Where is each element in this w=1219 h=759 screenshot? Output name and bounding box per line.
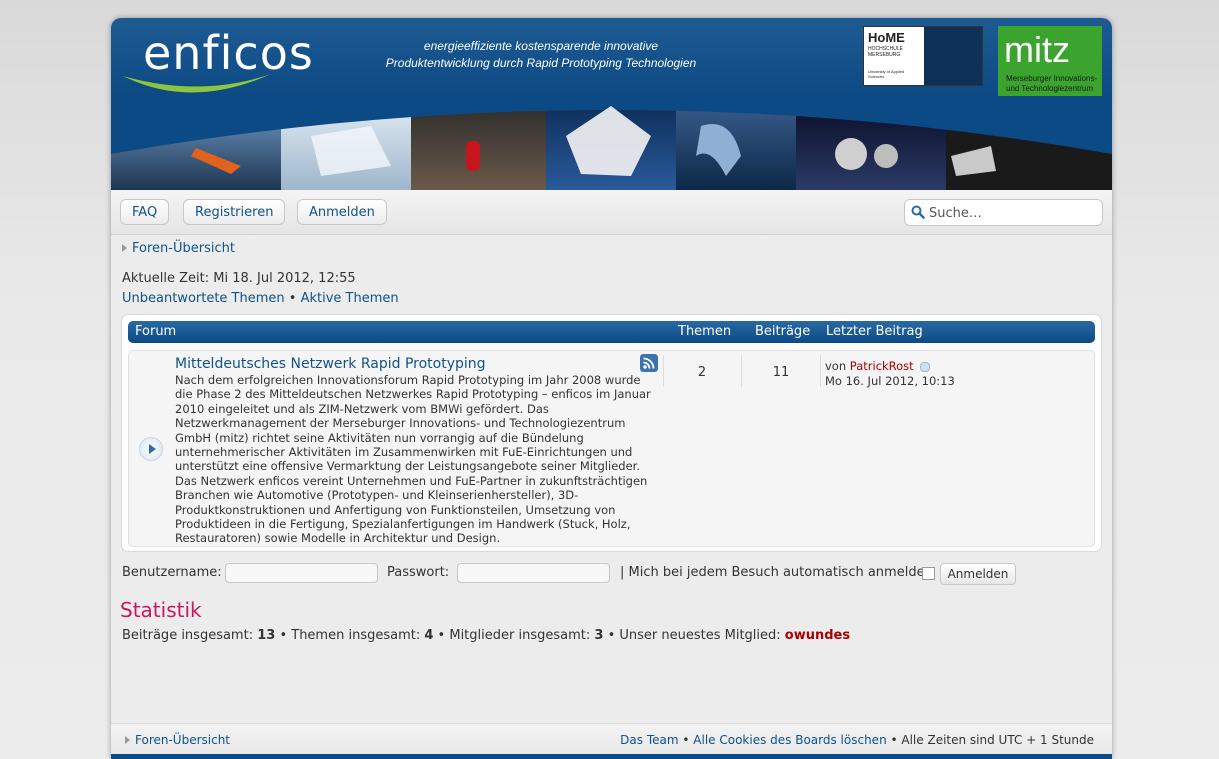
page-wrapper: enficos energieeffiziente kostensparende…: [111, 18, 1112, 759]
forum-read-icon: [139, 437, 163, 461]
username-field[interactable]: [225, 563, 378, 583]
login-submit-button[interactable]: Anmelden: [940, 563, 1016, 585]
footer-separator: •: [682, 733, 690, 747]
search-box[interactable]: [904, 199, 1103, 226]
breadcrumb-forum-index-link[interactable]: Foren-Übersicht: [132, 241, 235, 256]
quick-login-form: Benutzername: Passwort: | Mich bei jedem…: [122, 563, 1102, 589]
home-logo-subtitle: HOCHSCHULE MERSEBURG: [868, 46, 904, 58]
home-logo-dark-square: [924, 27, 982, 85]
password-field[interactable]: [457, 563, 610, 583]
posts-total-value: 13: [257, 628, 276, 643]
breadcrumb-arrow-icon: [122, 244, 127, 252]
topics-total-label: • Themen insgesamt:: [279, 628, 421, 643]
header-forum: Forum: [135, 324, 177, 339]
login-button[interactable]: Anmelden: [297, 199, 387, 225]
topics-count: 2: [697, 365, 707, 380]
mitz-logo-subtitle: Merseburger Innovations- und Technologie…: [1006, 74, 1098, 93]
last-post-user-link[interactable]: PatrickRost: [850, 359, 914, 373]
footer-links: Das Team • Alle Cookies des Boards lösch…: [620, 733, 1094, 747]
autologin-label: | Mich bei jedem Besuch automatisch anme…: [620, 565, 933, 580]
statistics-line: Beiträge insgesamt: 13 • Themen insgesam…: [122, 628, 850, 643]
current-time: Aktuelle Zeit: Mi 18. Jul 2012, 12:55: [122, 271, 356, 286]
hochschule-merseburg-logo[interactable]: HoME HOCHSCHULE MERSEBURG University of …: [863, 26, 983, 86]
quicklinks-separator: •: [288, 291, 297, 306]
statistics-heading: Statistik: [120, 598, 202, 622]
last-post-info: von PatrickRost Mo 16. Jul 2012, 10:13: [825, 359, 955, 389]
home-logo-title: HoME: [868, 30, 905, 45]
header-last-post: Letzter Beitrag: [826, 324, 923, 339]
header-posts: Beiträge: [755, 324, 811, 339]
search-icon: [911, 205, 925, 219]
footer-forum-index-link[interactable]: Foren-Übersicht: [135, 733, 230, 747]
footer: Foren-Übersicht Das Team • Alle Cookies …: [111, 723, 1112, 755]
forum-description: Nach dem erfolgreichen Innovationsforum …: [175, 373, 651, 546]
header-tagline: energieeffiziente kostensparende innovat…: [351, 38, 731, 72]
last-post-date: Mo 16. Jul 2012, 10:13: [825, 374, 955, 388]
members-total-value: 3: [594, 628, 604, 643]
tagline-line-2: Produktentwicklung durch Rapid Prototypi…: [385, 56, 697, 70]
faq-button[interactable]: FAQ: [120, 199, 170, 225]
header-topics: Themen: [678, 324, 732, 339]
navbar: FAQ Registrieren Anmelden: [111, 190, 1112, 235]
forum-list-header: Forum Themen Beiträge Letzter Beitrag: [128, 321, 1095, 343]
site-header: enficos energieeffiziente kostensparende…: [111, 18, 1112, 190]
timezone-info: • Alle Zeiten sind UTC + 1 Stunde: [890, 733, 1095, 747]
forum-row: Mitteldeutsches Netzwerk Rapid Prototypi…: [128, 350, 1095, 547]
forum-list: Forum Themen Beiträge Letzter Beitrag Mi…: [121, 314, 1102, 552]
posts-count: 11: [772, 365, 790, 380]
quick-links: Unbeantwortete Themen • Aktive Themen: [122, 291, 399, 306]
password-label: Passwort:: [387, 565, 450, 580]
posts-total-label: Beiträge insgesamt:: [122, 628, 254, 643]
register-button[interactable]: Registrieren: [183, 199, 286, 225]
search-input[interactable]: [927, 203, 1101, 223]
breadcrumb: Foren-Übersicht: [122, 241, 235, 256]
newest-member-label: • Unser neuestes Mitglied:: [607, 628, 781, 643]
mitz-logo-title: mitz: [1004, 29, 1070, 70]
column-divider: [820, 355, 821, 387]
topics-total-value: 4: [424, 628, 434, 643]
delete-cookies-link[interactable]: Alle Cookies des Boards löschen: [693, 733, 886, 747]
autologin-checkbox[interactable]: [922, 567, 935, 580]
newest-member-link[interactable]: owundes: [785, 628, 850, 643]
last-post-by-label: von: [825, 359, 847, 373]
username-label: Benutzername:: [122, 565, 222, 580]
footer-breadcrumb-arrow-icon: [125, 736, 130, 744]
tagline-line-1: energieeffiziente kostensparende innovat…: [423, 39, 659, 53]
go-to-last-post-icon[interactable]: [920, 361, 931, 372]
mitz-logo[interactable]: mitz Merseburger Innovations- und Techno…: [998, 26, 1102, 106]
team-link[interactable]: Das Team: [620, 733, 678, 747]
header-banner-image: [111, 96, 1112, 190]
rss-feed-icon[interactable]: [640, 354, 658, 372]
home-logo-note: University of Applied Sciences: [868, 69, 905, 79]
forum-title-link[interactable]: Mitteldeutsches Netzwerk Rapid Prototypi…: [175, 356, 486, 372]
unanswered-topics-link[interactable]: Unbeantwortete Themen: [122, 291, 285, 306]
active-topics-link[interactable]: Aktive Themen: [301, 291, 399, 306]
members-total-label: • Mitglieder insgesamt:: [437, 628, 591, 643]
footer-bar: [111, 754, 1112, 759]
footer-breadcrumb: Foren-Übersicht: [125, 733, 230, 747]
